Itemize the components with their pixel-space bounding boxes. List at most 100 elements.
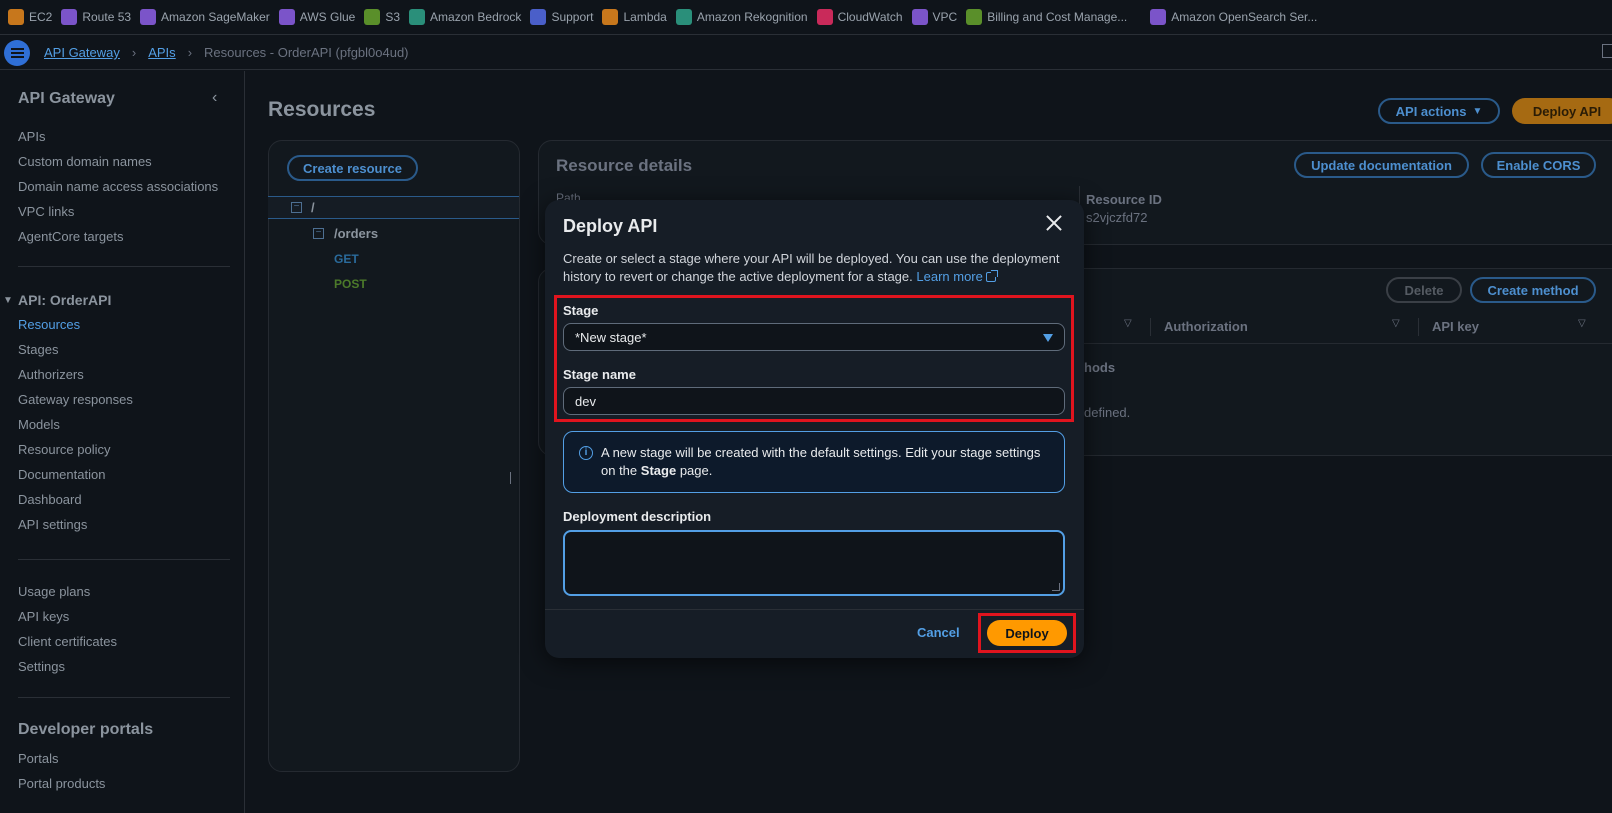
deploy-button[interactable]: Deploy bbox=[987, 620, 1067, 646]
column-divider bbox=[1150, 318, 1151, 336]
sidebar-item-agentcore-targets[interactable]: AgentCore targets bbox=[18, 229, 124, 244]
favorite-sagemaker[interactable]: Amazon SageMaker bbox=[138, 0, 277, 34]
sidebar-section-api[interactable]: API: OrderAPI bbox=[18, 292, 111, 308]
sidebar-item-portals[interactable]: Portals bbox=[18, 751, 58, 766]
resize-grip-icon[interactable] bbox=[1052, 583, 1060, 591]
panel-toggle-icon[interactable] bbox=[1602, 44, 1612, 58]
collapse-sidebar-icon[interactable]: ‹ bbox=[212, 89, 217, 107]
api-actions-button[interactable]: API actions ▼ bbox=[1378, 98, 1500, 124]
stage-label: Stage bbox=[563, 303, 599, 318]
learn-more-link[interactable]: Learn more bbox=[916, 269, 998, 284]
bedrock-icon bbox=[409, 9, 426, 25]
favorite-ec2[interactable]: EC2 bbox=[6, 0, 59, 34]
sagemaker-icon bbox=[140, 9, 157, 25]
tree-orders-label[interactable]: /orders bbox=[334, 226, 378, 241]
opensearch-icon bbox=[1150, 9, 1167, 25]
lambda-icon bbox=[602, 9, 619, 25]
sidebar-item-dashboard[interactable]: Dashboard bbox=[18, 492, 82, 507]
favorite-label: CloudWatch bbox=[837, 10, 903, 24]
sidebar-item-apis[interactable]: APIs bbox=[18, 129, 45, 144]
favorite-opensearch[interactable]: Amazon OpenSearch Ser... bbox=[1148, 0, 1324, 34]
favorite-vpc[interactable]: VPC bbox=[910, 0, 965, 34]
cloudwatch-icon bbox=[816, 9, 833, 25]
deploy-api-button[interactable]: Deploy API bbox=[1512, 98, 1612, 124]
sort-icon[interactable]: ▽ bbox=[1124, 318, 1132, 329]
sidebar-item-gateway-responses[interactable]: Gateway responses bbox=[18, 392, 133, 407]
stage-select-value: *New stage* bbox=[575, 329, 647, 345]
info-text: A new stage will be created with the def… bbox=[601, 444, 1041, 480]
favorite-label: Route 53 bbox=[82, 10, 132, 24]
stage-name-value: dev bbox=[575, 393, 596, 409]
method-post[interactable]: POST bbox=[334, 277, 367, 291]
rekognition-icon bbox=[675, 9, 692, 25]
favorite-label: Lambda bbox=[623, 10, 667, 24]
favorite-rekognition[interactable]: Amazon Rekognition bbox=[674, 0, 815, 34]
sidebar-item-usage-plans[interactable]: Usage plans bbox=[18, 584, 90, 599]
stage-select[interactable]: *New stage* bbox=[563, 323, 1065, 351]
external-link-icon bbox=[985, 270, 998, 282]
sort-icon[interactable]: ▽ bbox=[1578, 318, 1586, 329]
sidebar-item-stages[interactable]: Stages bbox=[18, 342, 58, 357]
info-text-stage: Stage bbox=[640, 463, 677, 478]
sidebar-item-vpc-links[interactable]: VPC links bbox=[18, 204, 74, 219]
method-get[interactable]: GET bbox=[334, 252, 359, 266]
create-resource-button[interactable]: Create resource bbox=[287, 155, 418, 181]
resource-details-title: Resource details bbox=[556, 156, 693, 175]
favorite-lambda[interactable]: Lambda bbox=[600, 0, 673, 34]
breadcrumb-current: Resources - OrderAPI (pfgbl0o4ud) bbox=[204, 45, 409, 60]
sidebar-item-domain-name-access[interactable]: Domain name access associations bbox=[18, 179, 218, 194]
favorite-glue[interactable]: AWS Glue bbox=[277, 0, 363, 34]
breadcrumb-api-gateway[interactable]: API Gateway bbox=[44, 45, 120, 60]
sidebar-item-custom-domain-names[interactable]: Custom domain names bbox=[18, 154, 152, 169]
sidebar-item-client-certificates[interactable]: Client certificates bbox=[18, 634, 117, 649]
sidebar-item-api-settings[interactable]: API settings bbox=[18, 517, 87, 532]
favorite-label: Amazon Rekognition bbox=[696, 10, 808, 24]
sidebar-item-documentation[interactable]: Documentation bbox=[18, 467, 105, 482]
tree-root-row[interactable] bbox=[268, 196, 519, 219]
learn-more-label: Learn more bbox=[916, 269, 983, 284]
sort-icon[interactable]: ▽ bbox=[1392, 318, 1400, 329]
sidebar-item-portal-products[interactable]: Portal products bbox=[18, 776, 105, 791]
favorite-billing[interactable]: Billing and Cost Manage... bbox=[964, 0, 1134, 34]
favorite-support[interactable]: Support bbox=[528, 0, 600, 34]
menu-icon[interactable] bbox=[4, 39, 30, 66]
top-header: API Gateway › APIs › Resources - OrderAP… bbox=[0, 36, 1612, 70]
column-api-key[interactable]: API key bbox=[1432, 319, 1479, 334]
delete-button[interactable]: Delete bbox=[1386, 277, 1462, 303]
sidebar-section-developer-portals: Developer portals bbox=[18, 721, 154, 738]
collapse-orders-icon[interactable]: − bbox=[313, 228, 324, 239]
sidebar-item-api-keys[interactable]: API keys bbox=[18, 609, 69, 624]
sidebar-item-authorizers[interactable]: Authorizers bbox=[18, 367, 84, 382]
sidebar-item-models[interactable]: Models bbox=[18, 417, 60, 432]
resize-handle[interactable] bbox=[510, 472, 511, 484]
sidebar: API Gateway ‹ APIs Custom domain names D… bbox=[0, 71, 245, 813]
billing-icon bbox=[966, 9, 983, 25]
deployment-description-input[interactable] bbox=[563, 530, 1065, 596]
favorite-label: AWS Glue bbox=[299, 10, 356, 24]
chevron-right-icon: › bbox=[187, 45, 193, 60]
favorite-bedrock[interactable]: Amazon Bedrock bbox=[407, 0, 528, 34]
favorite-cloudwatch[interactable]: CloudWatch bbox=[815, 0, 910, 34]
favorite-s3[interactable]: S3 bbox=[362, 0, 407, 34]
collapse-root-icon[interactable]: − bbox=[291, 202, 302, 213]
cancel-button[interactable]: Cancel bbox=[917, 625, 960, 640]
favorite-route53[interactable]: Route 53 bbox=[59, 0, 138, 34]
breadcrumb-apis[interactable]: APIs bbox=[148, 45, 175, 60]
sidebar-item-settings[interactable]: Settings bbox=[18, 659, 65, 674]
sidebar-item-resources[interactable]: Resources bbox=[18, 317, 80, 332]
tree-root-label[interactable]: / bbox=[311, 200, 315, 215]
caret-down-icon: ▼ bbox=[1472, 105, 1483, 117]
caret-down-icon[interactable]: ▼ bbox=[3, 295, 13, 306]
deployment-description-label: Deployment description bbox=[563, 509, 712, 524]
column-authorization[interactable]: Authorization bbox=[1164, 319, 1248, 334]
update-documentation-button[interactable]: Update documentation bbox=[1294, 152, 1469, 178]
sidebar-divider bbox=[18, 266, 230, 267]
stage-name-input[interactable]: dev bbox=[563, 387, 1065, 415]
sidebar-item-resource-policy[interactable]: Resource policy bbox=[18, 442, 111, 457]
close-icon[interactable] bbox=[1043, 212, 1065, 234]
stage-name-label: Stage name bbox=[563, 367, 636, 382]
create-method-button[interactable]: Create method bbox=[1470, 277, 1596, 303]
resource-tree-panel bbox=[268, 140, 520, 772]
route53-icon bbox=[61, 9, 78, 25]
enable-cors-button[interactable]: Enable CORS bbox=[1481, 152, 1596, 178]
